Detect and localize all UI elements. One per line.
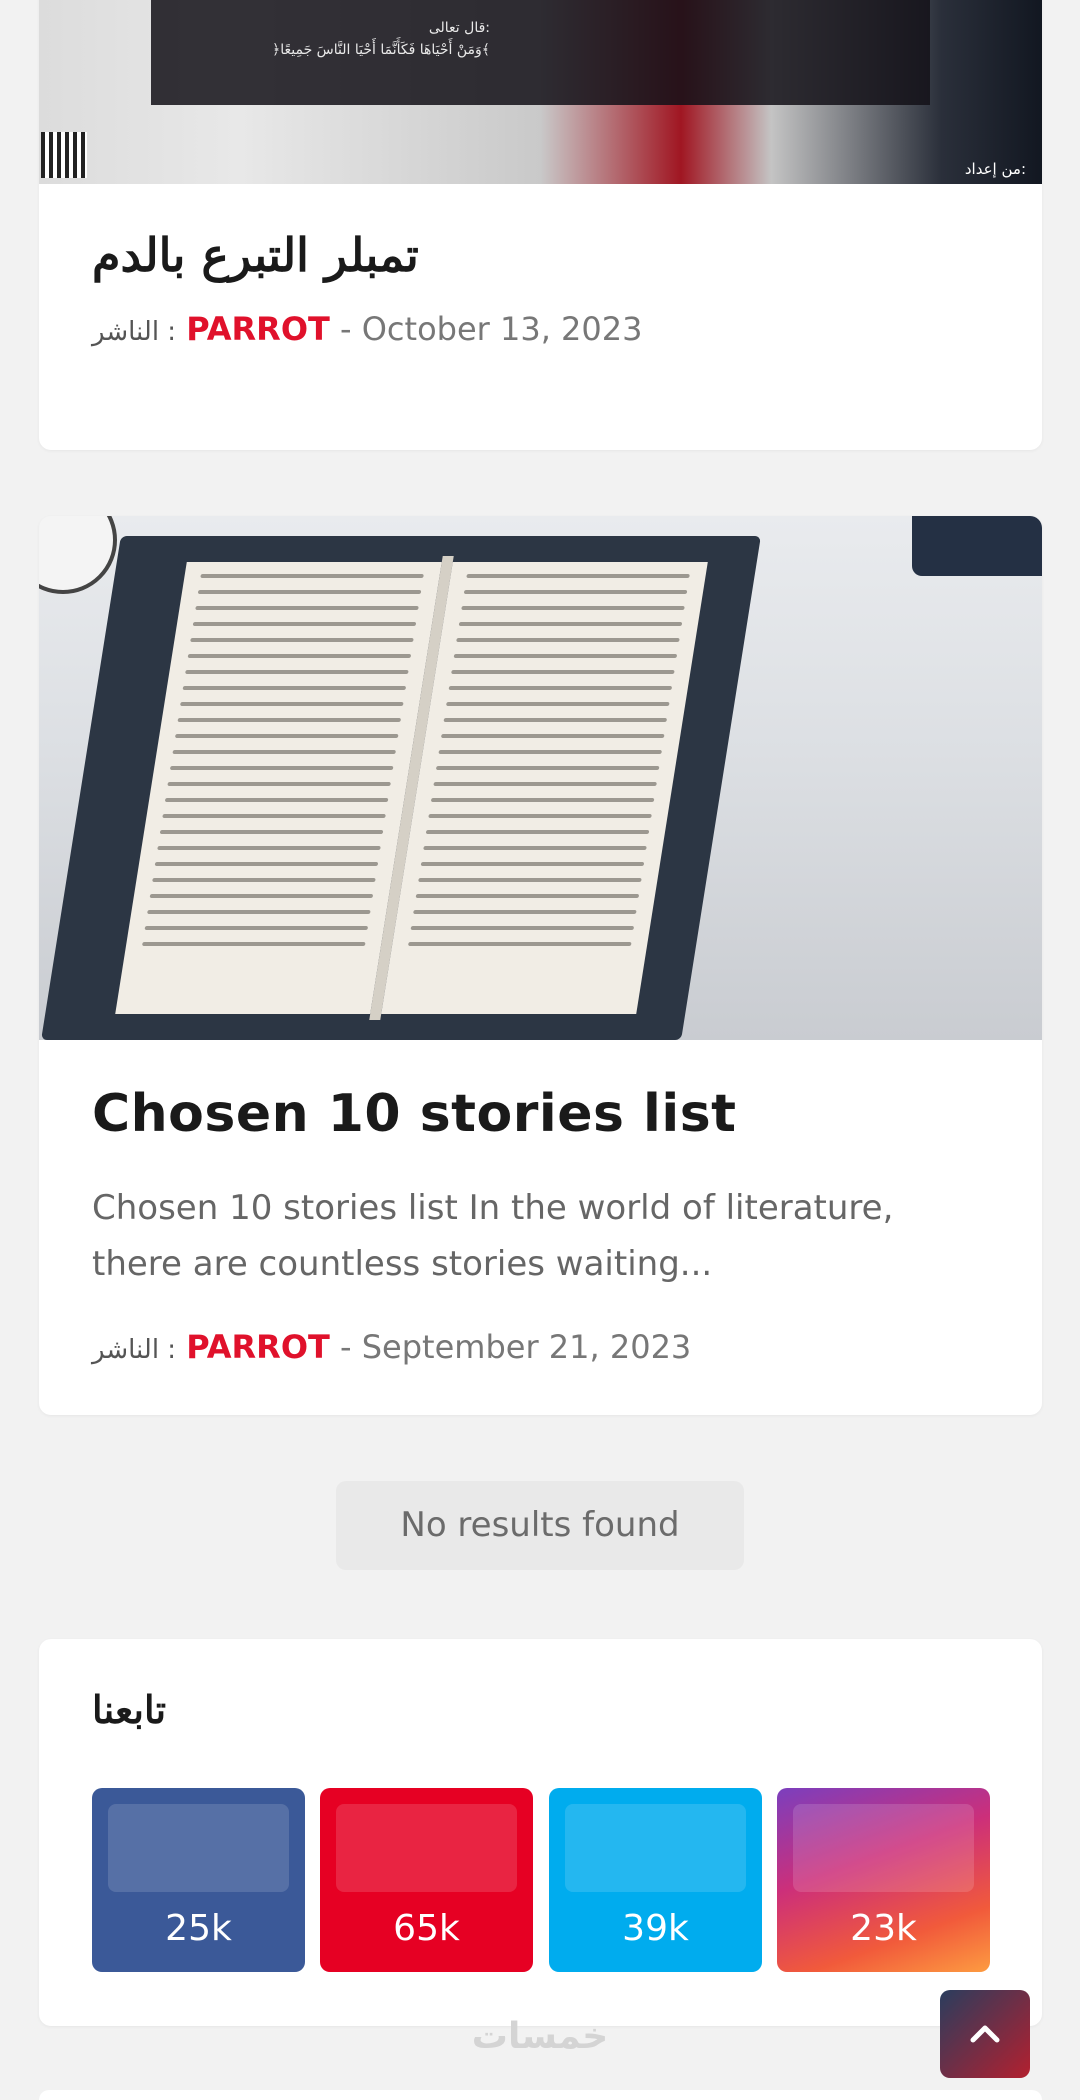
post-date: October 13, 2023 (361, 310, 643, 348)
meta-separator: - (340, 1328, 352, 1366)
author-link[interactable]: PARROT (186, 310, 330, 348)
post-date: September 21, 2023 (361, 1328, 692, 1366)
follower-count: 25k (165, 1908, 232, 1949)
instagram-icon (793, 1804, 974, 1892)
stamp-decoration (39, 516, 117, 594)
watermark: خمسات (471, 2016, 609, 2057)
social-link-twitter[interactable]: 39k (549, 1788, 762, 1972)
follow-us-widget: تابعنا 25k 65k 39k 23k (39, 1639, 1042, 2026)
image-verse-intro: قال تعالى: (428, 20, 490, 36)
follower-count: 39k (622, 1908, 689, 1949)
phone-decoration (912, 516, 1042, 576)
facebook-icon (108, 1804, 289, 1892)
post-title[interactable]: Chosen 10 stories list (92, 1084, 989, 1144)
follower-count: 23k (850, 1908, 917, 1949)
publisher-label: الناشر : (92, 1335, 177, 1365)
meta-separator: - (340, 310, 352, 348)
post-thumbnail[interactable] (39, 516, 1042, 1040)
chevron-up-icon (970, 2025, 1000, 2043)
image-overlay: قال تعالى: ﴿وَمَنْ أَحْيَاهَا فَكَأَنَّم… (151, 0, 930, 105)
post-card[interactable]: Chosen 10 stories list Chosen 10 stories… (39, 516, 1042, 1415)
qr-code-icon (41, 132, 87, 178)
post-card[interactable]: قال تعالى: ﴿وَمَنْ أَحْيَاهَا فَكَأَنَّم… (39, 0, 1042, 450)
post-title[interactable]: تمبلر التبرع بالدم (92, 228, 989, 282)
image-credit: من إعداد: (964, 160, 1026, 178)
social-link-facebook[interactable]: 25k (92, 1788, 305, 1972)
open-book-image (41, 536, 761, 1040)
follower-count: 65k (393, 1908, 460, 1949)
social-link-pinterest[interactable]: 65k (320, 1788, 533, 1972)
twitter-icon (565, 1804, 746, 1892)
next-card-edge (39, 2090, 1042, 2100)
post-meta: الناشر : PARROT - September 21, 2023 (92, 1328, 691, 1366)
pinterest-icon (336, 1804, 517, 1892)
widget-title: تابعنا (92, 1687, 167, 1732)
social-link-instagram[interactable]: 23k (777, 1788, 990, 1972)
post-excerpt: Chosen 10 stories list In the world of l… (92, 1188, 894, 1284)
no-results-button[interactable]: No results found (336, 1481, 744, 1570)
post-thumbnail[interactable]: قال تعالى: ﴿وَمَنْ أَحْيَاهَا فَكَأَنَّم… (39, 0, 1042, 184)
image-verse: ﴿وَمَنْ أَحْيَاهَا فَكَأَنَّمَا أَحْيَا … (272, 42, 490, 58)
author-link[interactable]: PARROT (186, 1328, 330, 1366)
publisher-label: الناشر : (92, 317, 177, 347)
back-to-top-button[interactable] (940, 1990, 1030, 2078)
post-meta: الناشر : PARROT - October 13, 2023 (92, 310, 642, 348)
